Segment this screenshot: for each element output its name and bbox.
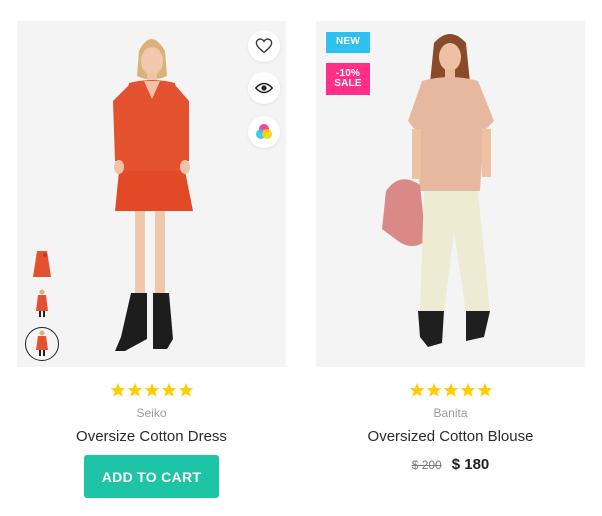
star-icon [144,383,159,397]
product-name[interactable]: Oversize Cotton Dress [17,427,286,447]
thumbnail-list [25,247,59,367]
color-swatch-icon [256,124,272,139]
product-image[interactable]: NEW -10% SALE [316,21,585,367]
star-icon [443,383,458,397]
star-icon [460,383,475,397]
product-info: Seiko Oversize Cotton Dress ADD TO CART [17,382,286,498]
product-info: Banita Oversized Cotton Blouse $ 200 $ 1… [316,382,585,473]
star-icon [127,383,142,397]
thumbnail-3-selected[interactable] [25,327,59,361]
eye-icon [255,82,273,94]
badge-sale: -10% SALE [326,63,370,95]
rating-stars [17,382,286,402]
product-brand[interactable]: Seiko [17,405,286,421]
star-icon [178,383,193,397]
rating-stars [316,382,585,402]
product-name[interactable]: Oversized Cotton Blouse [316,427,585,447]
product-card-oversize-cotton-dress[interactable]: Seiko Oversize Cotton Dress ADD TO CART [17,21,286,498]
badge-new: NEW [326,32,370,53]
star-icon [409,383,424,397]
star-icon [426,383,441,397]
quick-view-button[interactable] [248,72,280,104]
star-icon [110,383,125,397]
heart-icon [255,38,273,54]
star-icon [477,383,492,397]
color-options-button[interactable] [248,116,280,148]
product-card-oversized-cotton-blouse[interactable]: NEW -10% SALE Banita Oversized Cotton Bl… [316,21,585,473]
wishlist-button[interactable] [248,30,280,62]
price: $ 200 $ 180 [316,456,585,473]
add-to-cart-button[interactable]: ADD TO CART [84,455,219,498]
star-icon [161,383,176,397]
product-image[interactable] [17,21,286,367]
price-old: $ 200 [411,458,442,472]
thumbnail-1[interactable] [25,247,59,281]
product-brand[interactable]: Banita [316,405,585,421]
thumbnail-2[interactable] [25,287,59,321]
price-new: $ 180 [451,456,490,473]
